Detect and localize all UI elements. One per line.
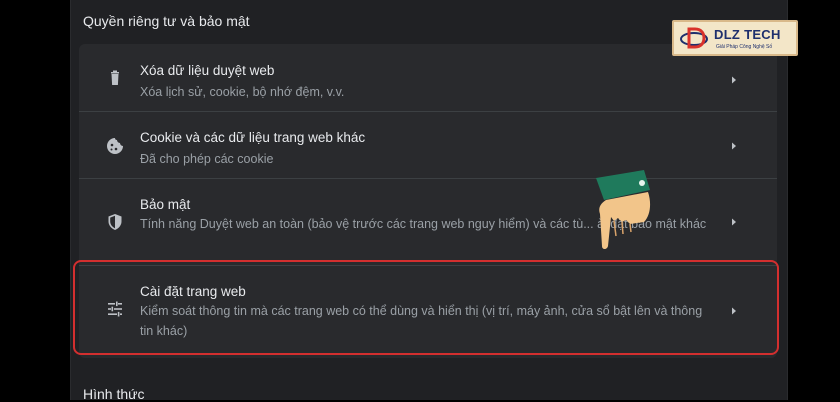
dlz-tech-logo: DLZ TECH Giải Pháp Công Nghệ Số xyxy=(672,20,798,56)
chevron-right-icon xyxy=(729,75,739,85)
chevron-right-icon xyxy=(729,306,739,316)
dlz-logo-mark-icon xyxy=(680,27,708,49)
row-title: Cookie và các dữ liệu trang web khác xyxy=(140,130,366,145)
row-site-settings[interactable]: Cài đặt trang web Kiểm soát thông tin mà… xyxy=(79,265,777,358)
chevron-right-icon xyxy=(729,217,739,227)
section-title: Quyền riêng tư và bảo mật xyxy=(83,13,250,29)
row-description: Xóa lịch sử, cookie, bộ nhớ đệm, v.v. xyxy=(140,85,345,99)
pointing-hand-icon xyxy=(578,164,668,254)
tune-sliders-icon xyxy=(105,299,125,319)
row-title: Xóa dữ liệu duyệt web xyxy=(140,63,275,78)
trash-icon xyxy=(105,68,125,88)
brand-name: DLZ TECH xyxy=(714,27,781,42)
row-security[interactable]: Bảo mật Tính năng Duyệt web an toàn (bảo… xyxy=(79,178,777,266)
row-description: Kiểm soát thông tin mà các trang web có … xyxy=(140,304,703,338)
privacy-security-card: Xóa dữ liệu duyệt web Xóa lịch sử, cooki… xyxy=(79,44,777,358)
row-cookies[interactable]: Cookie và các dữ liệu trang web khác Đã … xyxy=(79,111,777,179)
brand-tagline: Giải Pháp Công Nghệ Số xyxy=(716,44,773,50)
row-title: Cài đặt trang web xyxy=(140,284,246,299)
settings-panel: Quyền riêng tư và bảo mật Xóa dữ liệu du… xyxy=(70,0,788,402)
shield-icon xyxy=(105,212,125,232)
row-title: Bảo mật xyxy=(140,197,191,212)
chevron-right-icon xyxy=(729,141,739,151)
cookie-icon xyxy=(105,136,125,156)
